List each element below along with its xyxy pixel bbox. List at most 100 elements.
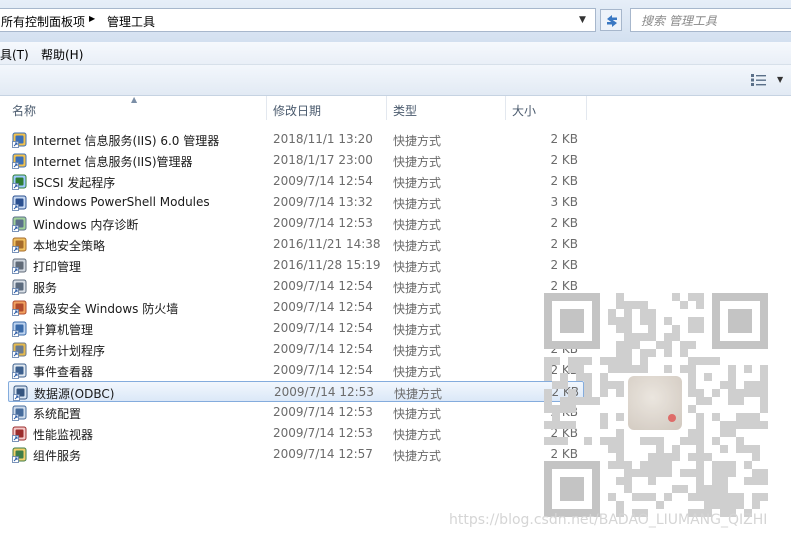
file-size: 2 KB (550, 258, 578, 272)
file-size: 2 KB (550, 174, 578, 188)
task-scheduler-icon (12, 342, 27, 358)
file-modified-date: 2009/7/14 12:54 (273, 279, 373, 293)
computer-management-icon (12, 321, 27, 337)
performance-monitor-icon (12, 426, 27, 442)
column-header-name[interactable]: 名称 (12, 102, 36, 119)
file-row[interactable]: 本地安全策略 2016/11/21 14:38 快捷方式 2 KB (8, 234, 584, 255)
breadcrumb-separator-icon[interactable]: ▶ (89, 14, 95, 23)
change-view-icon[interactable] (750, 73, 768, 87)
file-modified-date: 2016/11/28 15:19 (273, 258, 381, 272)
file-row[interactable]: 性能监视器 2009/7/14 12:53 快捷方式 2 KB (8, 423, 584, 444)
file-type: 快捷方式 (393, 365, 442, 379)
file-name: 计算机管理 (33, 323, 94, 337)
refresh-button[interactable] (600, 9, 622, 31)
file-modified-date: 2016/11/21 14:38 (273, 237, 381, 251)
file-type: 快捷方式 (393, 260, 442, 274)
file-row[interactable]: 高级安全 Windows 防火墙2009/7/14 12:54快捷方式2 KB (8, 297, 584, 318)
file-modified-date: 2009/7/14 12:53 (273, 216, 373, 230)
file-row[interactable]: Internet 信息服务(IIS)管理器 2018/1/17 23:00 快捷方式… (8, 150, 584, 171)
watermark-text: https://blog.csdn.net/BADAO_LIUMANG_QIZH… (449, 512, 768, 528)
file-row[interactable]: 计算机管理2009/7/14 12:54快捷方式2 KB (8, 318, 584, 339)
file-size: 2 KB (550, 279, 578, 293)
file-row[interactable]: 任务计划程序2009/7/14 12:54快捷方式2 KB (8, 339, 584, 360)
powershell-icon (12, 195, 27, 211)
address-bar-area: 所有控制面板项 ▶ 管理工具 ▼ (0, 0, 791, 42)
file-modified-date: 2018/11/1 13:20 (273, 132, 373, 146)
iis-icon (12, 153, 27, 169)
file-row[interactable]: 系统配置2009/7/14 12:53快捷方式2 KB (8, 402, 584, 423)
breadcrumb-control-panel-items[interactable]: 所有控制面板项 (1, 13, 85, 30)
file-type: 快捷方式 (393, 134, 442, 148)
file-row[interactable]: Windows 内存诊断 2009/7/14 12:53 快捷方式 2 KB (8, 213, 584, 234)
file-name: 系统配置 (33, 407, 82, 421)
column-headers: ▲ 名称 修改日期 类型 大小 (0, 95, 791, 122)
refresh-icon (607, 15, 617, 27)
file-type: 快捷方式 (393, 155, 442, 169)
file-row[interactable]: Windows PowerShell Modules 2009/7/14 13:3… (8, 192, 584, 213)
file-modified-date: 2018/1/17 23:00 (273, 153, 373, 167)
system-config-icon (12, 405, 27, 421)
address-bar[interactable]: 所有控制面板项 ▶ 管理工具 ▼ (0, 8, 596, 32)
file-type: 快捷方式 (393, 407, 442, 421)
file-row[interactable]: 组件服务 2009/7/14 12:57 快捷方式 2 KB (8, 444, 584, 465)
file-row[interactable]: 打印管理 2016/11/28 15:19 快捷方式 2 KB (8, 255, 584, 276)
file-size: 2 KB (550, 237, 578, 251)
iis-icon (12, 132, 27, 148)
file-name: Internet 信息服务(IIS) 6.0 管理器 (33, 134, 220, 148)
file-name: 性能监视器 (33, 428, 94, 442)
view-dropdown-icon[interactable]: ▼ (777, 75, 783, 84)
odbc-icon (13, 385, 28, 401)
security-policy-icon (12, 237, 27, 253)
search-input[interactable] (639, 11, 791, 31)
file-row[interactable]: 服务 2009/7/14 12:54 快捷方式 2 KB (8, 276, 584, 297)
command-toolbar: ▼ (0, 65, 791, 96)
file-modified-date: 2009/7/14 12:53 (273, 426, 373, 440)
file-size: 3 KB (550, 195, 578, 209)
file-name: 数据源(ODBC) (34, 387, 115, 401)
file-modified-date: 2009/7/14 12:54 (273, 321, 373, 335)
file-modified-date: 2009/7/14 12:53 (273, 405, 373, 419)
file-modified-date: 2009/7/14 12:57 (273, 447, 373, 461)
file-modified-date: 2009/7/14 12:53 (274, 385, 374, 399)
breadcrumb-admin-tools[interactable]: 管理工具 (107, 13, 155, 30)
file-type: 快捷方式 (393, 239, 442, 253)
column-divider[interactable] (386, 96, 387, 120)
file-row[interactable]: Internet 信息服务(IIS) 6.0 管理器 2018/11/1 13:2… (8, 129, 584, 150)
qr-avatar-image (628, 376, 682, 430)
column-header-size[interactable]: 大小 (512, 102, 536, 119)
file-row[interactable]: 事件查看器 2009/7/14 12:54 快捷方式 2 KB (8, 360, 584, 381)
menu-help[interactable]: 帮助(H) (41, 46, 83, 63)
iscsi-icon (12, 174, 27, 190)
file-type: 快捷方式 (393, 218, 442, 232)
file-type: 快捷方式 (393, 176, 442, 190)
event-viewer-icon (12, 363, 27, 379)
file-size: 2 KB (550, 132, 578, 146)
file-modified-date: 2009/7/14 12:54 (273, 174, 373, 188)
file-size: 2 KB (550, 216, 578, 230)
menu-tools[interactable]: 具(T) (0, 46, 29, 63)
component-services-icon (12, 447, 27, 463)
file-modified-date: 2009/7/14 12:54 (273, 363, 373, 377)
firewall-icon (12, 300, 27, 316)
file-name: 打印管理 (33, 260, 82, 274)
address-dropdown-icon[interactable]: ▼ (579, 15, 586, 25)
column-divider[interactable] (586, 96, 587, 120)
file-name: 组件服务 (33, 449, 82, 463)
services-icon (12, 279, 27, 295)
column-divider[interactable] (505, 96, 506, 120)
file-name: Windows 内存诊断 (33, 218, 139, 232)
column-header-date[interactable]: 修改日期 (273, 102, 321, 119)
file-name: 事件查看器 (33, 365, 94, 379)
file-row[interactable]: 数据源(ODBC) 2009/7/14 12:53 快捷方式 2 KB (8, 381, 584, 402)
file-modified-date: 2009/7/14 12:54 (273, 300, 373, 314)
column-divider[interactable] (266, 96, 267, 120)
search-box[interactable] (630, 8, 791, 32)
file-type: 快捷方式 (393, 449, 442, 463)
printer-icon (12, 258, 27, 274)
file-type: 快捷方式 (393, 428, 442, 442)
sort-ascending-icon: ▲ (131, 95, 138, 104)
column-header-type[interactable]: 类型 (393, 102, 417, 119)
file-type: 快捷方式 (393, 197, 442, 211)
file-name: iSCSI 发起程序 (33, 176, 116, 190)
file-row[interactable]: iSCSI 发起程序 2009/7/14 12:54 快捷方式 2 KB (8, 171, 584, 192)
